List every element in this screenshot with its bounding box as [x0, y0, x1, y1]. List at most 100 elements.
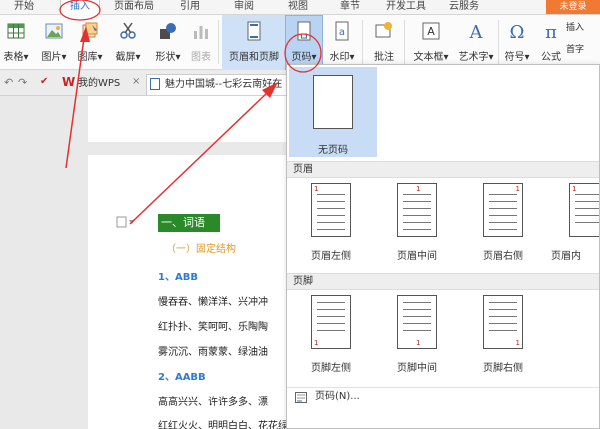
picture-button[interactable]: 图片▾ — [36, 15, 72, 70]
tab-my-wps[interactable]: 我的WPS — [78, 74, 120, 95]
pi-icon: π — [545, 22, 557, 41]
footer-right-option[interactable]: 1 页脚右侧 — [463, 293, 543, 377]
first-letter-small-button[interactable]: 首字 — [566, 42, 600, 56]
formula-label: 公式 — [541, 52, 561, 63]
footer-center-option[interactable]: 1 页脚中间 — [377, 293, 457, 377]
table-label: 表格▾ — [3, 52, 29, 63]
page-number-mark: 1 — [515, 339, 520, 347]
chart-icon — [194, 26, 208, 39]
chart-button[interactable]: 图表 — [188, 15, 214, 70]
footer-center-thumbnail: 1 — [397, 295, 437, 349]
tab-home[interactable]: 开始 — [4, 0, 44, 15]
page-number-settings-label: 页码(N)... — [315, 391, 360, 402]
item-heading: 2、AABB — [158, 372, 206, 383]
wordart-icon: A — [469, 22, 484, 41]
tab-page-layout[interactable]: 页面布局 — [108, 0, 160, 15]
svg-text:A: A — [469, 22, 484, 41]
page-number-settings-icon — [295, 392, 307, 403]
tab-cloud[interactable]: 云服务 — [442, 0, 486, 15]
undo-icon[interactable]: ↶ — [4, 76, 13, 89]
page-number-mark: 1 — [416, 339, 421, 347]
watermark-icon: a — [335, 21, 349, 41]
ribbon-divider — [218, 20, 219, 64]
wordart-button[interactable]: A 艺术字▾ — [456, 15, 496, 70]
header-inside-label: 页眉内 — [551, 251, 581, 262]
comment-button[interactable]: 批注 — [366, 15, 402, 70]
wordart-label: 艺术字▾ — [458, 52, 494, 63]
svg-text:π: π — [545, 22, 557, 41]
text-line: 雾沉沉、雨蒙蒙、绿油油 — [158, 347, 268, 358]
header-inside-thumbnail: 1 — [569, 183, 599, 237]
symbol-button[interactable]: Ω 符号▾ — [500, 15, 534, 70]
screenshot-button[interactable]: 截屏▾ — [108, 15, 148, 70]
textbox-button[interactable]: A 文本框▾ — [408, 15, 454, 70]
header-left-option[interactable]: 1 页眉左侧 — [291, 181, 371, 265]
footer-right-thumbnail: 1 — [483, 295, 523, 349]
tab-section[interactable]: 章节 — [330, 0, 370, 15]
header-left-label: 页眉左侧 — [311, 251, 351, 262]
paragraph-handle-icon[interactable] — [116, 216, 136, 228]
svg-text:a: a — [339, 27, 345, 38]
gallery-label: 图库▾ — [77, 52, 103, 63]
header-inside-option[interactable]: 1 页眉内 — [549, 181, 599, 265]
text-line: 红扑扑、笑呵呵、乐陶陶 — [158, 322, 268, 333]
header-center-thumbnail: 1 — [397, 183, 437, 237]
page-number-button[interactable]: 页码▾ — [285, 15, 323, 70]
document-heading: 一、词语 — [158, 214, 220, 232]
header-center-label: 页眉中间 — [397, 251, 437, 262]
screenshot-label: 截屏▾ — [115, 52, 141, 63]
tab-references[interactable]: 引用 — [170, 0, 210, 15]
footer-right-label: 页脚右侧 — [483, 363, 523, 374]
header-left-thumbnail: 1 — [311, 183, 351, 237]
scissors-icon — [120, 22, 136, 39]
redo-icon[interactable]: ↷ — [18, 76, 27, 89]
page-number-mark: 1 — [314, 339, 319, 347]
header-right-label: 页眉右侧 — [483, 251, 523, 262]
header-right-option[interactable]: 1 页眉右侧 — [463, 181, 543, 265]
shape-button[interactable]: 形状▾ — [150, 15, 186, 70]
ribbon-divider — [404, 20, 405, 64]
page-number-label: 页码▾ — [291, 52, 317, 63]
tab-view[interactable]: 视图 — [278, 0, 318, 15]
page-number-mark: 1 — [314, 185, 319, 193]
picture-icon — [45, 23, 63, 39]
picture-label: 图片▾ — [41, 52, 67, 63]
no-page-number-option[interactable]: 无页码 — [289, 67, 377, 157]
login-button[interactable]: 未登录 — [546, 0, 600, 14]
subheading: （一）固定结构 — [166, 244, 236, 255]
footer-section-title: 页脚 — [287, 273, 599, 290]
footer-left-option[interactable]: 1 页脚左侧 — [291, 293, 371, 377]
document-icon — [150, 78, 160, 90]
blank-page-thumbnail — [313, 75, 353, 129]
watermark-label: 水印▾ — [329, 52, 355, 63]
tab-insert[interactable]: 插入 — [60, 0, 100, 15]
gallery-button[interactable]: 图库▾ — [74, 15, 106, 70]
header-footer-label: 页眉和页脚 — [229, 52, 279, 63]
header-center-option[interactable]: 1 页眉中间 — [377, 181, 457, 265]
textbox-label: 文本框▾ — [413, 52, 449, 63]
pin-icon[interactable]: ✔ — [40, 76, 48, 87]
text-line: 慢吞吞、懒洋洋、兴冲冲 — [158, 297, 268, 308]
insert-small-button[interactable]: 插入 — [566, 20, 600, 34]
comment-icon — [375, 22, 392, 38]
page-number-settings-option[interactable]: 页码(N)... — [287, 387, 599, 405]
header-section-title: 页眉 — [287, 161, 599, 178]
symbol-label: 符号▾ — [504, 52, 530, 63]
watermark-button[interactable]: a 水印▾ — [324, 15, 360, 70]
header-right-thumbnail: 1 — [483, 183, 523, 237]
page-number-mark: 1 — [416, 185, 421, 193]
textbox-icon: A — [422, 22, 440, 40]
ribbon-tab-bar: 开始 插入 页面布局 引用 审阅 视图 章节 开发工具 云服务 未登录 — [0, 0, 600, 15]
tab-review[interactable]: 审阅 — [224, 0, 264, 15]
tab-developer[interactable]: 开发工具 — [380, 0, 432, 15]
shape-label: 形状▾ — [155, 52, 181, 63]
formula-button[interactable]: π 公式 — [536, 15, 566, 70]
ribbon-divider — [498, 20, 499, 64]
no-page-number-label: 无页码 — [318, 145, 348, 156]
close-icon[interactable]: × — [132, 76, 140, 87]
document-tab-title: 魅力中国城--七彩云南好在 — [165, 79, 283, 90]
page-number-icon — [297, 21, 311, 41]
header-footer-button[interactable]: 页眉和页脚 — [222, 15, 286, 70]
shapes-icon — [160, 23, 176, 39]
table-button[interactable]: 表格▾ — [0, 15, 32, 70]
